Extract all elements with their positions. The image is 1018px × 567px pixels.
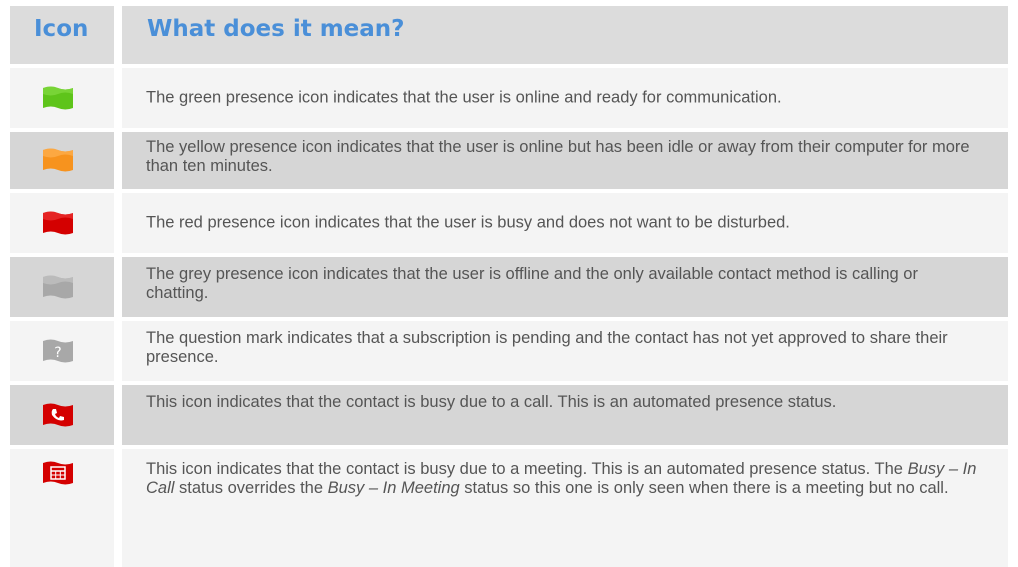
description-cell: The question mark indicates that a subsc… (122, 321, 1008, 381)
description-part: status overrides the (174, 479, 328, 497)
header-meaning-cell: What does it mean? (122, 6, 1008, 64)
description-text: The grey presence icon indicates that th… (146, 265, 918, 302)
grey-flag-icon (43, 275, 73, 299)
table-row: The yellow presence icon indicates that … (0, 132, 1018, 189)
question-mark-icon: ? (43, 339, 73, 363)
table-header: Icon What does it mean? (0, 6, 1018, 64)
description-text: The green presence icon indicates that t… (146, 88, 782, 107)
description-cell: The red presence icon indicates that the… (122, 193, 1008, 253)
calendar-flag-icon (43, 461, 73, 485)
table-row: This icon indicates that the contact is … (0, 385, 1018, 445)
header-icon-label: Icon (34, 16, 89, 42)
description-text: The red presence icon indicates that the… (146, 213, 790, 232)
description-text: This icon indicates that the contact is … (146, 460, 978, 498)
table-row: ? The question mark indicates that a sub… (0, 321, 1018, 381)
header-meaning-label: What does it mean? (147, 16, 405, 42)
phone-flag-icon (43, 403, 73, 427)
description-part: This icon indicates that the contact is … (146, 460, 908, 478)
description-part: status so this one is only seen when the… (459, 479, 949, 497)
yellow-flag-icon (43, 148, 73, 172)
icon-cell (10, 68, 114, 128)
busy-in-meeting-term: Busy – In Meeting (327, 479, 460, 497)
description-cell: This icon indicates that the contact is … (122, 385, 1008, 445)
description-cell: The grey presence icon indicates that th… (122, 257, 1008, 317)
description-text: The question mark indicates that a subsc… (146, 329, 948, 366)
description-cell: The green presence icon indicates that t… (122, 68, 1008, 128)
icon-cell (10, 385, 114, 445)
description-text: This icon indicates that the contact is … (146, 393, 837, 411)
icon-cell (10, 257, 114, 317)
icon-cell (10, 449, 114, 567)
description-cell: This icon indicates that the contact is … (122, 449, 1008, 567)
svg-text:?: ? (54, 345, 61, 361)
description-text: The yellow presence icon indicates that … (146, 138, 970, 175)
table-row: The grey presence icon indicates that th… (0, 257, 1018, 317)
red-flag-icon (43, 211, 73, 235)
icon-cell: ? (10, 321, 114, 381)
description-cell: The yellow presence icon indicates that … (122, 132, 1008, 189)
green-flag-icon (43, 86, 73, 110)
icon-cell (10, 132, 114, 189)
icon-cell (10, 193, 114, 253)
table-row: The green presence icon indicates that t… (0, 68, 1018, 128)
table-row: The red presence icon indicates that the… (0, 193, 1018, 253)
header-icon-cell: Icon (10, 6, 114, 64)
table-row: This icon indicates that the contact is … (0, 449, 1018, 567)
